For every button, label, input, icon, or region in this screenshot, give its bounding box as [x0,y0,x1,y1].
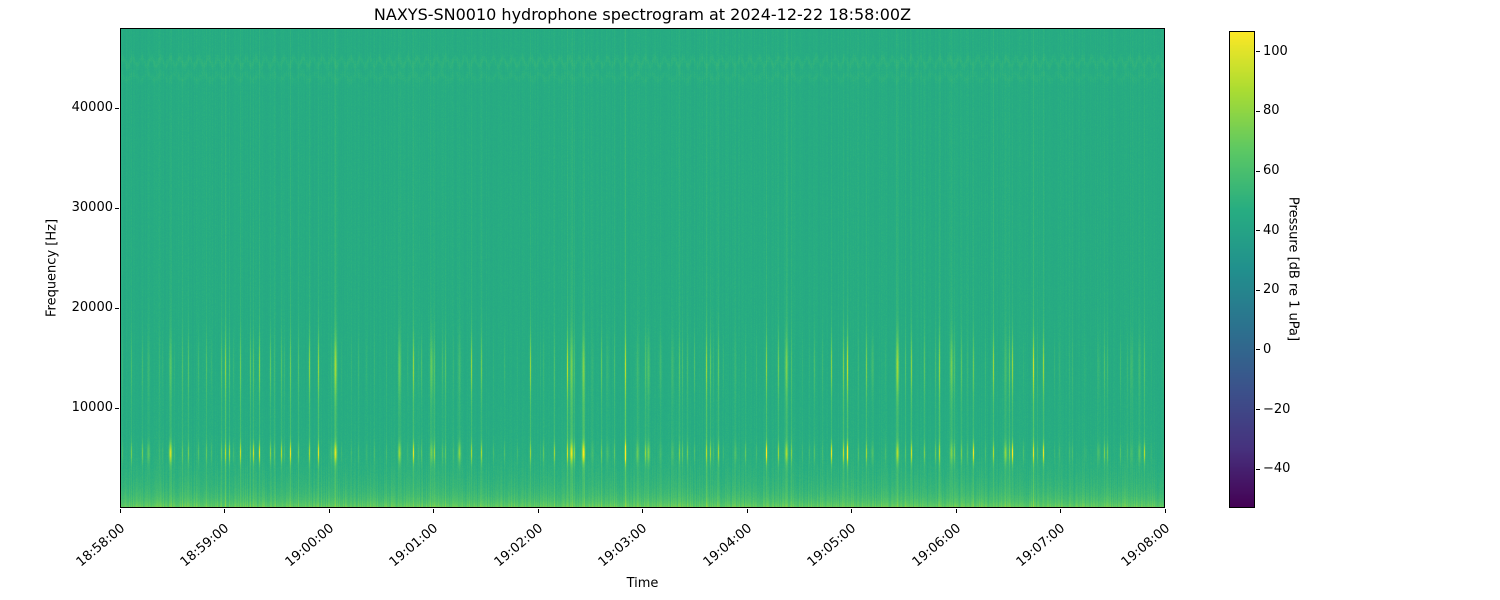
plot-title: NAXYS-SN0010 hydrophone spectrogram at 2… [373,5,912,24]
x-tick-label: 19:00:00 [282,521,337,571]
y-axis-label: Frequency [Hz] [44,218,60,318]
x-tick-mark [433,509,434,513]
x-tick-label: 19:06:00 [909,521,964,571]
y-tick-mark [115,107,119,109]
x-tick-label: 18:59:00 [177,521,233,571]
y-tick-label: 30000 [71,200,113,215]
colorbar-tick-label: −20 [1263,401,1291,417]
x-tick-mark [1164,509,1166,513]
x-tick-label: 19:04:00 [700,521,755,571]
colorbar-tick-mark [1256,170,1260,172]
x-tick-mark [119,509,121,513]
colorbar-tick-mark [1256,349,1260,351]
x-axis-label: Time [626,576,659,591]
spectrogram-figure: NAXYS-SN0010 hydrophone spectrogram at 2… [0,0,1500,600]
colorbar-tick-label: 20 [1263,282,1280,298]
x-tick-mark [328,509,330,513]
colorbar-tick-label: −40 [1263,461,1291,477]
y-tick-mark [115,207,119,209]
x-tick-label: 19:01:00 [386,521,442,571]
x-tick-label: 19:02:00 [491,521,546,571]
x-tick-mark [642,509,643,513]
y-tick-label: 20000 [71,300,113,315]
x-tick-mark [224,509,225,513]
colorbar-tick-label: 40 [1263,222,1280,238]
x-tick-mark [955,509,957,513]
colorbar-tick-label: 100 [1263,43,1288,59]
x-tick-label: 19:07:00 [1013,521,1069,571]
colorbar-canvas [1229,31,1255,508]
x-tick-mark [1060,509,1061,513]
x-tick-label: 19:05:00 [804,521,860,571]
colorbar-tick-mark [1256,110,1260,112]
colorbar-tick-mark [1256,230,1260,232]
x-tick-mark [746,509,748,513]
y-tick-mark [115,307,119,309]
colorbar-tick-label: 80 [1263,103,1280,119]
y-tick-mark [115,407,119,409]
spectrogram-canvas [120,28,1165,508]
colorbar-tick-mark [1256,468,1260,470]
colorbar-tick-mark [1256,51,1260,53]
y-tick-label: 10000 [71,400,113,415]
x-tick-label: 18:58:00 [73,521,128,571]
x-tick-label: 19:03:00 [595,521,651,571]
colorbar-tick-label: 60 [1263,163,1280,179]
x-tick-label: 19:08:00 [1118,521,1173,571]
y-tick-label: 40000 [71,100,113,115]
colorbar-tick-mark [1256,289,1260,291]
colorbar-tick-mark [1256,409,1260,411]
x-tick-mark [851,509,852,513]
x-tick-mark [537,509,539,513]
colorbar-label: Pressure [dB re 1 uPa] [1285,196,1301,342]
colorbar-tick-label: 0 [1263,341,1272,357]
